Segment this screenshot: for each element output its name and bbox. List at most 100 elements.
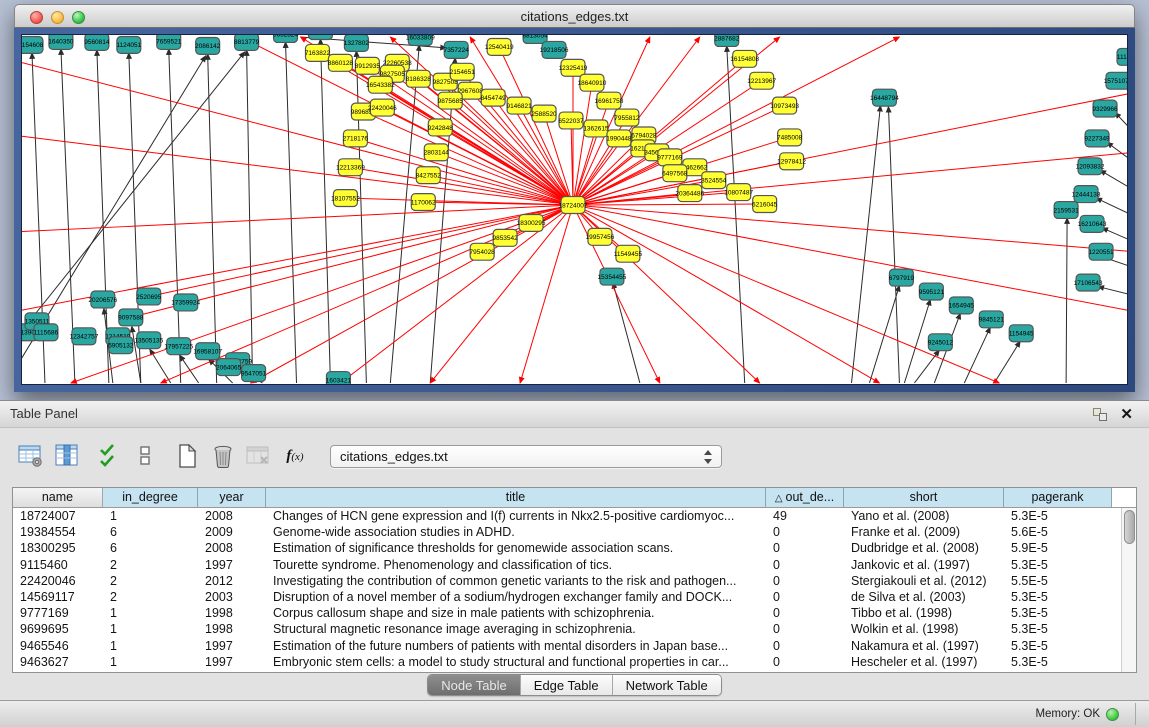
table-cell[interactable]: Structural magnetic resonance image aver… [266, 621, 766, 637]
table-cell[interactable]: 1997 [198, 654, 266, 670]
graph-edge-red[interactable] [573, 205, 660, 383]
graph-edge-red[interactable] [363, 112, 573, 205]
graph-edge-black[interactable] [1100, 170, 1127, 190]
table-cell[interactable]: 0 [766, 557, 844, 573]
table-cell[interactable]: 5.3E-5 [1004, 621, 1112, 637]
graph-edge-black[interactable] [869, 286, 899, 383]
close-panel-icon[interactable]: ✕ [1120, 405, 1133, 423]
graph-edge-black[interactable] [904, 299, 930, 383]
function-builder-button[interactable]: f(x) [280, 443, 310, 469]
graph-edge-black[interactable] [1066, 218, 1067, 383]
column-header-pagerank[interactable]: pagerank [1004, 488, 1112, 507]
table-row[interactable]: 911546021997Tourette syndrome. Phenomeno… [13, 557, 1121, 573]
window-titlebar[interactable]: citations_edges.txt [14, 4, 1135, 28]
column-header-short[interactable]: short [844, 488, 1004, 507]
table-cell[interactable]: 5.3E-5 [1004, 605, 1112, 621]
table-cell[interactable]: 22420046 [13, 573, 103, 589]
float-panel-icon[interactable] [1093, 408, 1107, 421]
table-cell[interactable]: 0 [766, 540, 844, 556]
column-header-in_degree[interactable]: in_degree [103, 488, 198, 507]
column-header-title[interactable]: title [266, 488, 766, 507]
zoom-window-button[interactable] [72, 11, 85, 24]
graph-edge-red[interactable] [573, 83, 592, 205]
graph-edge-black[interactable] [888, 107, 899, 383]
table-cell[interactable]: Franke et al. (2009) [844, 524, 1004, 540]
graph-edge-black[interactable] [286, 42, 297, 383]
graph-edge-black[interactable] [1107, 142, 1127, 162]
table-cell[interactable]: 9115460 [13, 557, 103, 573]
table-cell[interactable]: 2003 [198, 589, 266, 605]
row-options-button[interactable] [130, 443, 160, 469]
new-table-button[interactable] [172, 443, 202, 469]
table-row[interactable]: 1938455462009Genome-wide association stu… [13, 524, 1121, 540]
table-cell[interactable]: Estimation of significance thresholds fo… [266, 540, 766, 556]
table-cell[interactable]: Stergiakouli et al. (2012) [844, 573, 1004, 589]
table-cell[interactable]: 0 [766, 573, 844, 589]
table-cell[interactable]: 5.3E-5 [1004, 508, 1112, 524]
graph-edge-red[interactable] [573, 205, 1127, 311]
table-cell[interactable]: Investigating the contribution of common… [266, 573, 766, 589]
table-cell[interactable]: 6 [103, 524, 198, 540]
graph-edge-black[interactable] [994, 341, 1020, 383]
table-cell[interactable]: 5.3E-5 [1004, 638, 1112, 654]
close-window-button[interactable] [30, 11, 43, 24]
table-row[interactable]: 1872400712008Changes of HCN gene express… [13, 508, 1121, 524]
graph-edge-red[interactable] [22, 61, 573, 205]
graph-edge-black[interactable] [1096, 198, 1127, 216]
table-cell[interactable]: Disruption of a novel member of a sodium… [266, 589, 766, 605]
table-cell[interactable]: 14569117 [13, 589, 103, 605]
table-cell[interactable]: Genome-wide association studies in ADHD. [266, 524, 766, 540]
table-cell[interactable]: 5.9E-5 [1004, 540, 1112, 556]
column-header-year[interactable]: year [198, 488, 266, 507]
table-cell[interactable]: 1 [103, 621, 198, 637]
table-cell[interactable]: Tourette syndrome. Phenomenology and cla… [266, 557, 766, 573]
table-cell[interactable]: 2 [103, 589, 198, 605]
table-cell[interactable]: Changes of HCN gene expression and I(f) … [266, 508, 766, 524]
table-row[interactable]: 2242004622012Investigating the contribut… [13, 573, 1121, 589]
table-cell[interactable]: 1 [103, 654, 198, 670]
table-columns-button[interactable] [52, 443, 82, 469]
column-header-name[interactable]: name [13, 488, 103, 507]
table-cell[interactable]: 2 [103, 573, 198, 589]
table-cell[interactable]: de Silva et al. (2003) [844, 589, 1004, 605]
table-cell[interactable]: 6 [103, 540, 198, 556]
table-row[interactable]: 946362711997Embryonic stem cells: a mode… [13, 654, 1121, 670]
table-cell[interactable]: 9777169 [13, 605, 103, 621]
minimize-window-button[interactable] [51, 11, 64, 24]
table-cell[interactable]: 5.3E-5 [1004, 557, 1112, 573]
tab-network-table[interactable]: Network Table [612, 675, 721, 695]
table-cell[interactable]: 18724007 [13, 508, 103, 524]
graph-node[interactable] [308, 35, 332, 39]
table-row[interactable]: 977716911998Corpus callosum shape and si… [13, 605, 1121, 621]
tab-node-table[interactable]: Node Table [428, 675, 520, 695]
table-cell[interactable]: 18300295 [13, 540, 103, 556]
table-cell[interactable]: 5.5E-5 [1004, 573, 1112, 589]
table-cell[interactable]: 0 [766, 621, 844, 637]
scrollbar-thumb[interactable] [1124, 510, 1135, 544]
table-cell[interactable]: 2009 [198, 524, 266, 540]
table-cell[interactable]: Embryonic stem cells: a model to study s… [266, 654, 766, 670]
graph-edge-red[interactable] [573, 205, 1127, 252]
table-cell[interactable]: Jankovic et al. (1997) [844, 557, 1004, 573]
memory-status-indicator[interactable] [1106, 708, 1119, 721]
table-row[interactable]: 946554611997Estimation of the future num… [13, 638, 1121, 654]
table-cell[interactable]: 1998 [198, 621, 266, 637]
graph-edge-black[interactable] [914, 350, 939, 383]
table-cell[interactable]: 0 [766, 638, 844, 654]
table-cell[interactable]: 1 [103, 605, 198, 621]
table-select-dropdown[interactable]: citations_edges.txt [330, 445, 722, 468]
table-cell[interactable]: 2008 [198, 540, 266, 556]
graph-edge-black[interactable] [356, 51, 366, 383]
table-cell[interactable]: Wolkin et al. (1998) [844, 621, 1004, 637]
table-cell[interactable]: 0 [766, 524, 844, 540]
table-cell[interactable]: 5.6E-5 [1004, 524, 1112, 540]
table-cell[interactable]: 0 [766, 605, 844, 621]
table-cell[interactable]: Nakamura et al. (1997) [844, 638, 1004, 654]
table-cell[interactable]: 19384554 [13, 524, 103, 540]
graph-edge-black[interactable] [964, 327, 990, 383]
table-cell[interactable]: 2 [103, 557, 198, 573]
table-cell[interactable]: Yano et al. (2008) [844, 508, 1004, 524]
graph-edge-red[interactable] [573, 204, 765, 205]
table-vertical-scrollbar[interactable] [1121, 508, 1136, 672]
table-row[interactable]: 1456911722003Disruption of a novel membe… [13, 589, 1121, 605]
